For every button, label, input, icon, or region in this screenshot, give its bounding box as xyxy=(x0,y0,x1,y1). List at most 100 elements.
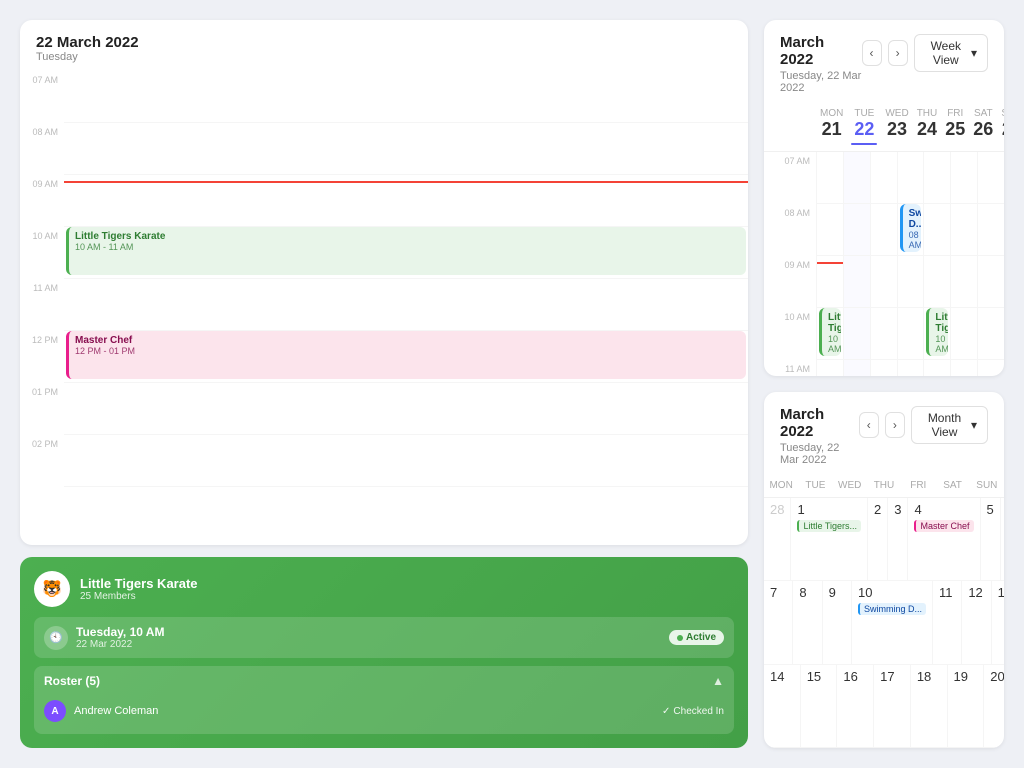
month-cell-11: 11 xyxy=(933,581,962,663)
month-calendar-panel: March 2022 Tuesday, 22 Mar 2022 ‹ › Mont… xyxy=(764,392,1004,748)
right-panel: 22 March 2022 Tuesday 07 AM 08 AM 09 AM … xyxy=(20,20,748,748)
month-calendar-title-block: March 2022 Tuesday, 22 Mar 2022 xyxy=(780,406,859,466)
event-card-name: Little Tigers Karate xyxy=(80,576,198,591)
event-avatar: 🐯 xyxy=(34,571,70,607)
event-little-tigers-mon[interactable]: Little Tigers... 10 AM - 11 AM xyxy=(819,308,841,356)
month-week-1: 28 1 Little Tigers... 2 3 4 Master Chef xyxy=(764,498,1004,581)
month-cell-5: 5 xyxy=(981,498,1001,580)
roster-status-andrew: ✓ Checked In xyxy=(662,706,724,717)
month-cell-6: 6 xyxy=(1001,498,1004,580)
week-time-column: 07 AM 08 AM 09 AM 10 AM 11 AM 12 PM 01 P… xyxy=(764,152,816,376)
event-pill-little-tigers-1[interactable]: Little Tigers... xyxy=(797,520,861,532)
event-card-members: 25 Members xyxy=(80,591,198,602)
month-cell-7: 7 xyxy=(764,581,793,663)
month-cell-16: 16 xyxy=(837,665,874,747)
month-prev-button[interactable]: ‹ xyxy=(859,412,879,438)
week-body: 07 AM 08 AM 09 AM 10 AM 11 AM 12 PM 01 P… xyxy=(764,152,1004,376)
event-info-row: 🕙 Tuesday, 10 AM 22 Mar 2022 Active xyxy=(34,617,734,658)
roster-section: Roster (5) ▲ A Andrew Coleman ✓ Checked … xyxy=(34,666,734,734)
month-cell-19: 19 xyxy=(948,665,985,747)
month-grid: MON TUE WED THU FRI SAT SUN 28 1 Little … xyxy=(764,474,1004,748)
event-card-info: Little Tigers Karate 25 Members xyxy=(80,576,198,602)
active-dot xyxy=(677,635,683,641)
event-pill-swimming-10[interactable]: Swimming D... xyxy=(858,603,926,615)
day-header-fri: FRI 25 xyxy=(941,102,969,151)
week-view-selector[interactable]: Week View ▾ xyxy=(914,34,988,72)
event-little-tigers-fri[interactable]: Little Tigers... 10 AM - 11 AM xyxy=(926,308,948,356)
month-calendar-subtitle: Tuesday, 22 Mar 2022 xyxy=(780,442,859,466)
week-day-col-mon: Little Tigers... 10 AM - 11 AM Master Ch… xyxy=(816,152,843,376)
month-cell-28: 28 xyxy=(764,498,791,580)
day-events-col: Little Tigers Karate 10 AM - 11 AM Maste… xyxy=(64,71,748,487)
time-slot-7am: 07 AM xyxy=(764,152,816,204)
month-cell-13: 13 xyxy=(992,581,1004,663)
week-calendar-subtitle: Tuesday, 22 Mar 2022 xyxy=(780,70,862,94)
month-view-selector[interactable]: Month View ▾ xyxy=(911,406,988,444)
week-calendar-panel: March 2022 Tuesday, 22 Mar 2022 ‹ › Week… xyxy=(764,20,1004,376)
chevron-down-icon: ▾ xyxy=(971,418,977,432)
today-underline xyxy=(851,143,877,145)
event-pill-master-chef-4[interactable]: Master Chef xyxy=(914,520,973,532)
month-calendar-header: March 2022 Tuesday, 22 Mar 2022 ‹ › Mont… xyxy=(764,392,1004,474)
month-cell-12: 12 xyxy=(962,581,991,663)
week-next-button[interactable]: › xyxy=(888,40,908,66)
event-day-date: 22 Mar 2022 xyxy=(76,639,164,650)
day-header-wed: WED 23 xyxy=(881,102,912,151)
month-cell-9: 9 xyxy=(823,581,852,663)
month-cell-17: 17 xyxy=(874,665,911,747)
time-slot-8am: 08 AM xyxy=(764,204,816,256)
month-cell-4: 4 Master Chef xyxy=(908,498,980,580)
time-slot-10am: 10 AM xyxy=(764,308,816,360)
check-icon: ✓ xyxy=(662,706,670,717)
month-days-header: MON TUE WED THU FRI SAT SUN xyxy=(764,474,1004,498)
chevron-down-icon: ▾ xyxy=(971,46,977,60)
month-week-3: 14 15 16 17 18 19 xyxy=(764,665,1004,748)
active-badge: Active xyxy=(669,630,724,645)
day-detail-subtitle: Tuesday xyxy=(36,51,732,63)
roster-title: Roster (5) xyxy=(44,674,100,688)
month-cell-3: 3 xyxy=(888,498,908,580)
month-next-button[interactable]: › xyxy=(885,412,905,438)
time-slot-9am: 09 AM xyxy=(764,256,816,308)
current-time-line-mon xyxy=(817,262,843,264)
day-header-sat: SAT 26 xyxy=(969,102,997,151)
month-calendar-nav: ‹ › Month View ▾ xyxy=(859,406,988,444)
day-detail-header: 22 March 2022 Tuesday xyxy=(20,20,748,71)
month-calendar-title: March 2022 xyxy=(780,406,859,440)
week-day-col-sun xyxy=(977,152,1004,376)
month-cell-14: 14 xyxy=(764,665,801,747)
month-cell-10: 10 Swimming D... xyxy=(852,581,933,663)
clock-icon: 🕙 xyxy=(44,626,68,650)
day-event-little-tigers[interactable]: Little Tigers Karate 10 AM - 11 AM xyxy=(66,227,746,275)
chevron-up-icon: ▲ xyxy=(712,674,724,688)
week-grid: MON 21 TUE 22 WED 23 THU 24 FRI xyxy=(764,102,1004,376)
week-day-col-fri: Little Tigers... 10 AM - 11 AM xyxy=(923,152,950,376)
week-day-col-tue xyxy=(843,152,870,376)
month-week-2: 7 8 9 10 Swimming D... 11 xyxy=(764,581,1004,664)
day-detail-body: 07 AM 08 AM 09 AM 10 AM 11 AM 12 PM 01 P… xyxy=(20,71,748,536)
roster-header: Roster (5) ▲ xyxy=(44,674,724,688)
day-event-master-chef[interactable]: Master Chef 12 PM - 01 PM xyxy=(66,331,746,379)
day-detail-title: 22 March 2022 xyxy=(36,34,732,51)
week-day-col-thu: Swimming D... 08 AM - 09 AM xyxy=(897,152,924,376)
day-header-mon: MON 21 xyxy=(816,102,847,151)
month-body: 28 1 Little Tigers... 2 3 4 Master Chef xyxy=(764,498,1004,748)
event-swimming-thu[interactable]: Swimming D... 08 AM - 09 AM xyxy=(900,204,922,252)
week-day-col-sat xyxy=(950,152,977,376)
week-days-header: MON 21 TUE 22 WED 23 THU 24 FRI xyxy=(764,102,1004,152)
week-calendar-nav: ‹ › Week View ▾ xyxy=(862,34,989,72)
month-cell-2: 2 xyxy=(868,498,888,580)
day-header-thu: THU 24 xyxy=(913,102,942,151)
day-detail-panel: 22 March 2022 Tuesday 07 AM 08 AM 09 AM … xyxy=(20,20,748,545)
week-calendar-header: March 2022 Tuesday, 22 Mar 2022 ‹ › Week… xyxy=(764,20,1004,102)
roster-item-andrew: A Andrew Coleman ✓ Checked In xyxy=(44,696,724,726)
event-card-panel: 🐯 Little Tigers Karate 25 Members 🕙 Tues… xyxy=(20,557,748,748)
time-slot-11am: 11 AM xyxy=(764,360,816,376)
event-card-top: 🐯 Little Tigers Karate 25 Members xyxy=(34,571,734,607)
event-day-label: Tuesday, 10 AM xyxy=(76,625,164,639)
week-calendar-title: March 2022 xyxy=(780,34,862,68)
month-cell-15: 15 xyxy=(801,665,838,747)
day-header-sun: SUN 21 xyxy=(997,102,1004,151)
week-prev-button[interactable]: ‹ xyxy=(862,40,882,66)
day-header-tue: TUE 22 xyxy=(847,102,881,151)
